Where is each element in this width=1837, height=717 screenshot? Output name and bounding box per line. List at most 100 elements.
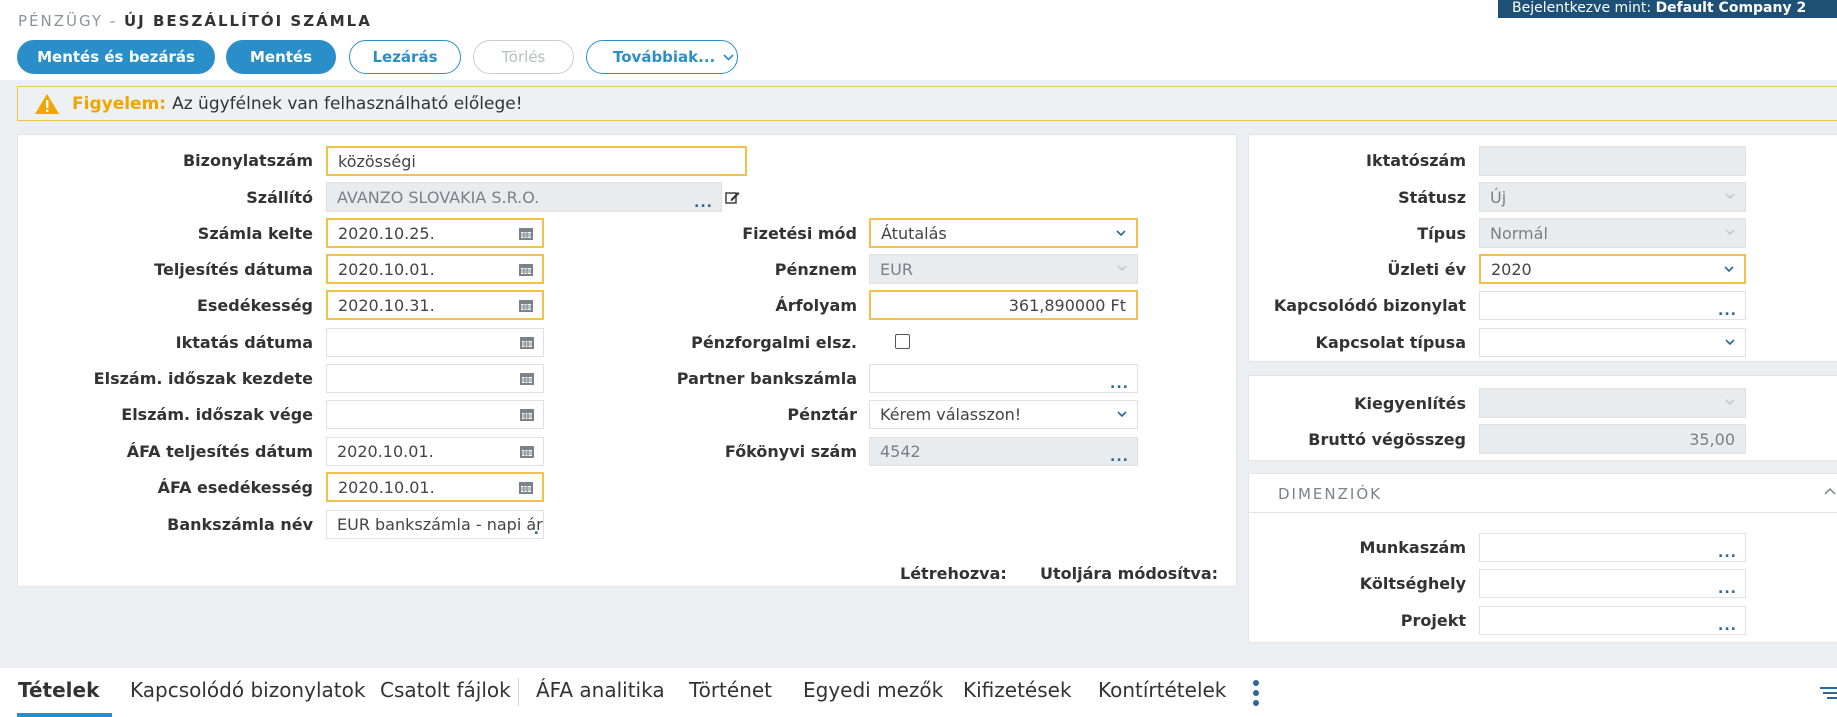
cashdesk-select[interactable]: Kérem válasszon! <box>869 400 1138 429</box>
calendar-icon[interactable] <box>519 334 535 350</box>
more-button[interactable]: Továbbiak... <box>586 40 738 74</box>
currency-select[interactable]: EUR <box>869 254 1138 284</box>
calendar-icon[interactable] <box>518 225 534 241</box>
payment-method-select[interactable]: Átutalás <box>869 218 1138 248</box>
work-number-label: Munkaszám <box>1359 538 1466 557</box>
vat-due-input[interactable]: 2020.10.01. <box>326 472 544 502</box>
relation-type-select[interactable] <box>1479 328 1746 357</box>
type-label: Típus <box>1417 224 1466 243</box>
breadcrumb-module: PÉNZÜGY - <box>18 12 124 30</box>
partner-account-field[interactable]: ... <box>869 364 1138 393</box>
currency-value: EUR <box>880 259 913 279</box>
exchange-rate-label: Árfolyam <box>775 296 857 315</box>
chevron-down-icon <box>1725 229 1735 236</box>
fulfillment-date-input[interactable]: 2020.10.01. <box>326 254 544 284</box>
cashdesk-label: Pénztár <box>787 405 857 424</box>
warning-label: Figyelem: <box>72 93 167 114</box>
more-dots-icon[interactable]: ... <box>694 196 713 210</box>
period-start-input[interactable] <box>326 364 544 393</box>
ledger-field[interactable]: 4542... <box>869 437 1138 466</box>
chevron-down-icon <box>1725 399 1735 406</box>
cost-center-label: Költséghely <box>1359 574 1466 593</box>
tab-history[interactable]: Történet <box>689 678 772 702</box>
exchange-rate-input[interactable]: 361,890000 Ft <box>869 290 1138 320</box>
status-label: Státusz <box>1398 188 1466 207</box>
more-dots-icon[interactable]: ... <box>1718 546 1737 560</box>
business-year-value: 2020 <box>1491 259 1532 279</box>
modified-label: Utoljára módosítva: <box>1040 564 1219 583</box>
type-value: Normál <box>1490 223 1548 243</box>
delete-button[interactable]: Törlés <box>473 40 574 74</box>
filter-icon[interactable] <box>1818 686 1837 700</box>
created-label: Létrehozva: <box>900 564 1007 583</box>
tab-items[interactable]: Tételek <box>18 678 99 702</box>
partner-account-label: Partner bankszámla <box>676 369 857 388</box>
calendar-icon[interactable] <box>519 443 535 459</box>
period-end-input[interactable] <box>326 400 544 429</box>
calendar-icon[interactable] <box>518 261 534 277</box>
project-label: Projekt <box>1400 611 1466 630</box>
filing-date-input[interactable] <box>326 328 544 357</box>
type-select[interactable]: Normál <box>1479 218 1746 248</box>
doc-number-input[interactable]: közösségi <box>326 146 747 176</box>
currency-label: Pénznem <box>774 260 857 279</box>
bank-account-field[interactable]: EUR bankszámla - napi árf. <box>326 510 544 539</box>
due-date-input[interactable]: 2020.10.31. <box>326 290 544 320</box>
tab-custom-fields[interactable]: Egyedi mezők <box>803 678 943 702</box>
more-dots-icon[interactable]: ... <box>1718 304 1737 318</box>
project-field[interactable]: ... <box>1479 606 1746 635</box>
calendar-icon[interactable] <box>518 479 534 495</box>
calendar-icon[interactable] <box>519 370 535 386</box>
login-prefix: Bejelentkezve mint: <box>1512 0 1656 16</box>
cost-center-field[interactable]: ... <box>1479 569 1746 598</box>
chevron-down-icon <box>1725 339 1735 346</box>
more-vertical-icon[interactable] <box>1252 679 1260 707</box>
more-dots-icon[interactable]: ... <box>1110 450 1129 464</box>
doc-number-label: Bizonylatszám <box>182 151 313 170</box>
due-date-label: Esedékesség <box>196 296 313 315</box>
tab-accounting-entries[interactable]: Kontírtételek <box>1098 678 1226 702</box>
exchange-rate-value: 361,890000 Ft <box>1008 295 1126 315</box>
dimensions-title: DIMENZIÓK <box>1278 485 1382 503</box>
dimensions-header[interactable]: DIMENZIÓK <box>1248 473 1837 513</box>
more-dots-icon[interactable]: ... <box>1718 582 1737 596</box>
vat-due-value: 2020.10.01. <box>338 477 435 497</box>
tab-bar: Tételek Kapcsolódó bizonylatok Csatolt f… <box>0 668 1837 717</box>
chevron-down-icon <box>1724 266 1734 273</box>
calendar-icon[interactable] <box>518 297 534 313</box>
calendar-icon[interactable] <box>519 406 535 422</box>
save-button[interactable]: Mentés <box>226 40 336 74</box>
close-document-button[interactable]: Lezárás <box>349 40 461 74</box>
vat-fulfillment-input[interactable]: 2020.10.01. <box>326 437 544 466</box>
more-dots-icon[interactable]: ... <box>1110 377 1129 391</box>
chevron-down-icon <box>723 53 734 61</box>
period-start-label: Elszám. időszak kezdete <box>93 369 313 388</box>
tab-vat-analytics[interactable]: ÁFA analitika <box>536 678 665 702</box>
vat-due-label: ÁFA esedékesség <box>157 478 313 497</box>
bank-account-value: EUR bankszámla - napi árf <box>337 515 544 534</box>
breadcrumb: PÉNZÜGY - ÚJ BESZÁLLÍTÓI SZÁMLA <box>18 12 372 30</box>
invoice-date-input[interactable]: 2020.10.25. <box>326 218 544 248</box>
page-title: ÚJ BESZÁLLÍTÓI SZÁMLA <box>124 12 372 30</box>
doc-number-value: közösségi <box>338 151 416 171</box>
more-dots-icon[interactable]: . <box>534 523 540 537</box>
work-number-field[interactable]: ... <box>1479 533 1746 562</box>
more-dots-icon[interactable]: ... <box>1718 619 1737 633</box>
tab-attached-files[interactable]: Csatolt fájlok <box>380 678 511 702</box>
chevron-up-icon[interactable] <box>1824 487 1836 495</box>
fulfillment-date-value: 2020.10.01. <box>338 259 435 279</box>
gross-total-value: 35,00 <box>1689 429 1735 449</box>
tab-payments[interactable]: Kifizetések <box>963 678 1072 702</box>
tab-related-documents[interactable]: Kapcsolódó bizonylatok <box>130 678 365 702</box>
filing-date-label: Iktatás dátuma <box>175 333 313 352</box>
related-doc-field[interactable]: ... <box>1479 291 1746 320</box>
filing-number-field[interactable] <box>1479 146 1746 176</box>
business-year-select[interactable]: 2020 <box>1479 254 1746 284</box>
save-and-close-button[interactable]: Mentés és bezárás <box>17 40 215 74</box>
supplier-field[interactable]: AVANZO SLOVAKIA S.R.O.... <box>326 182 722 212</box>
status-select[interactable]: Új <box>1479 182 1746 212</box>
edit-icon[interactable] <box>725 190 740 205</box>
cash-accounting-checkbox[interactable] <box>895 334 910 349</box>
settlement-select[interactable] <box>1479 388 1746 418</box>
tab-divider <box>518 678 519 706</box>
